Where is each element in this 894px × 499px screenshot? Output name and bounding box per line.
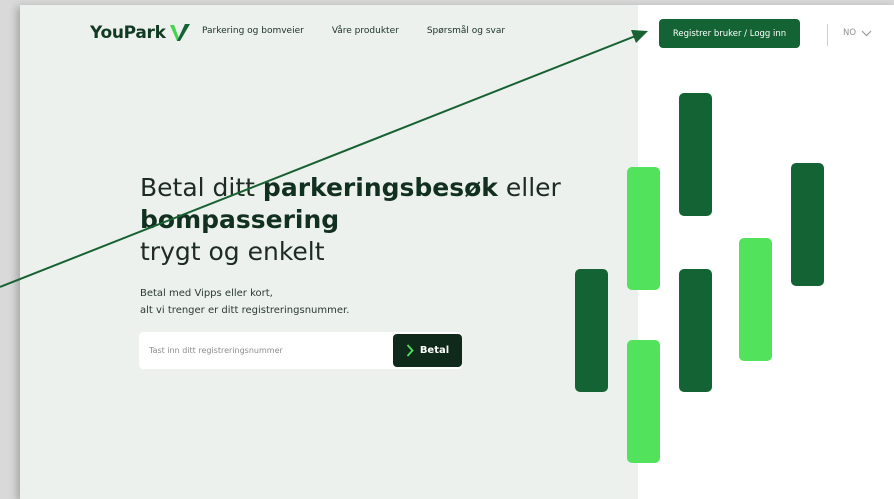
annotation-arrow-icon (0, 30, 648, 288)
